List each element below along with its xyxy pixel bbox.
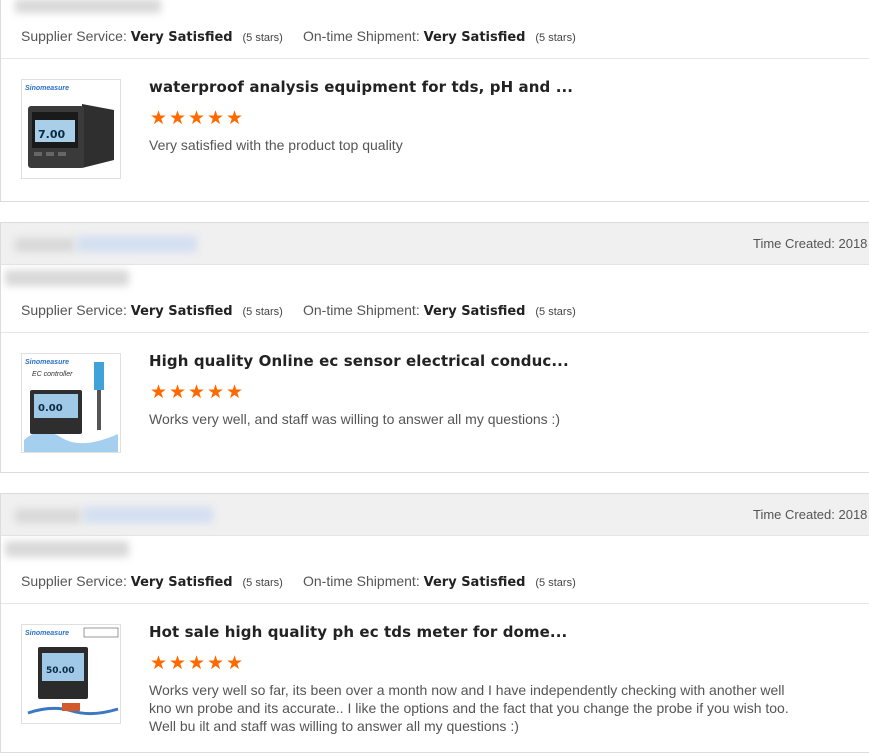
shipment-label: On-time Shipment:: [303, 28, 420, 44]
star-icon: ★: [225, 108, 244, 129]
star-icon: ★: [168, 382, 187, 403]
supplier-service-stars: (5 stars): [242, 577, 283, 589]
product-title-link[interactable]: Hot sale high quality ph ec tds meter fo…: [149, 623, 567, 641]
masked-reviewer-name: [1, 265, 869, 290]
supplier-service-value: Very Satisfied: [130, 30, 233, 45]
review-ratings: Supplier Service: Very Satisfied (5 star…: [1, 561, 869, 604]
supplier-service-stars: (5 stars): [242, 32, 283, 44]
star-rating: ★ ★ ★ ★ ★: [149, 109, 244, 129]
star-icon: ★: [187, 382, 206, 403]
star-icon: ★: [187, 653, 206, 674]
shipment-label: On-time Shipment:: [303, 573, 420, 589]
shipment-value: Very Satisfied: [423, 304, 526, 319]
star-icon: ★: [225, 382, 244, 403]
review-ratings: Supplier Service: Very Satisfied (5 star…: [1, 290, 869, 333]
shipment-rating: On-time Shipment: Very Satisfied (5 star…: [303, 302, 576, 319]
svg-text:Sinomeasure: Sinomeasure: [25, 85, 69, 92]
star-icon: ★: [206, 653, 225, 674]
supplier-service-rating: Supplier Service: Very Satisfied (5 star…: [21, 302, 283, 319]
review-comment: Works very well, and staff was willing t…: [149, 411, 561, 427]
supplier-service-stars: (5 stars): [242, 306, 283, 318]
product-title-link[interactable]: High quality Online ec sensor electrical…: [149, 352, 569, 370]
supplier-service-rating: Supplier Service: Very Satisfied (5 star…: [21, 573, 283, 590]
svg-text:0.00: 0.00: [38, 403, 63, 414]
supplier-service-label: Supplier Service:: [21, 573, 127, 589]
shipment-value: Very Satisfied: [423, 575, 526, 590]
masked-reviewer-name: [1, 0, 869, 16]
svg-text:Sinomeasure: Sinomeasure: [25, 359, 69, 366]
star-icon: ★: [206, 108, 225, 129]
shipment-value: Very Satisfied: [423, 30, 526, 45]
star-rating: ★ ★ ★ ★ ★: [149, 654, 244, 674]
review-card: Supplier Service: Very Satisfied (5 star…: [0, 0, 869, 202]
supplier-service-value: Very Satisfied: [130, 304, 233, 319]
svg-text:7.00: 7.00: [38, 128, 65, 141]
star-icon: ★: [168, 108, 187, 129]
shipment-stars: (5 stars): [535, 306, 576, 318]
star-icon: ★: [225, 653, 244, 674]
review-card: Time Created: 2018 Supplier Service: Ver…: [0, 222, 869, 473]
star-icon: ★: [187, 108, 206, 129]
shipment-stars: (5 stars): [535, 32, 576, 44]
product-title-link[interactable]: waterproof analysis equipment for tds, p…: [149, 78, 573, 96]
review-comment: Very satisfied with the product top qual…: [149, 137, 403, 153]
star-icon: ★: [149, 382, 168, 403]
review-comment: Works very well so far, its been over a …: [149, 682, 789, 734]
review-ratings: Supplier Service: Very Satisfied (5 star…: [1, 16, 869, 59]
supplier-service-label: Supplier Service:: [21, 302, 127, 318]
svg-text:Sinomeasure: Sinomeasure: [25, 630, 69, 637]
svg-text:EC controller: EC controller: [32, 371, 73, 378]
star-icon: ★: [168, 653, 187, 674]
star-rating: ★ ★ ★ ★ ★: [149, 383, 244, 403]
review-header: Time Created: 2018: [1, 223, 869, 265]
shipment-label: On-time Shipment:: [303, 302, 420, 318]
star-icon: ★: [149, 653, 168, 674]
star-icon: ★: [149, 108, 168, 129]
shipment-rating: On-time Shipment: Very Satisfied (5 star…: [303, 28, 576, 45]
shipment-stars: (5 stars): [535, 577, 576, 589]
svg-text:50.00: 50.00: [46, 666, 74, 676]
supplier-service-rating: Supplier Service: Very Satisfied (5 star…: [21, 28, 283, 45]
time-created: Time Created: 2018: [753, 236, 868, 251]
masked-reviewer-name: [1, 536, 869, 561]
shipment-rating: On-time Shipment: Very Satisfied (5 star…: [303, 573, 576, 590]
star-icon: ★: [206, 382, 225, 403]
product-thumbnail[interactable]: Sinomeasure 7.00: [21, 79, 121, 179]
review-header: Time Created: 2018: [1, 494, 869, 536]
product-thumbnail[interactable]: Sinomeasure 50.00: [21, 624, 121, 724]
time-created: Time Created: 2018: [753, 507, 868, 522]
review-card: Time Created: 2018 Supplier Service: Ver…: [0, 493, 869, 753]
supplier-service-label: Supplier Service:: [21, 28, 127, 44]
product-thumbnail[interactable]: Sinomeasure EC controller 0.00: [21, 353, 121, 453]
supplier-service-value: Very Satisfied: [130, 575, 233, 590]
